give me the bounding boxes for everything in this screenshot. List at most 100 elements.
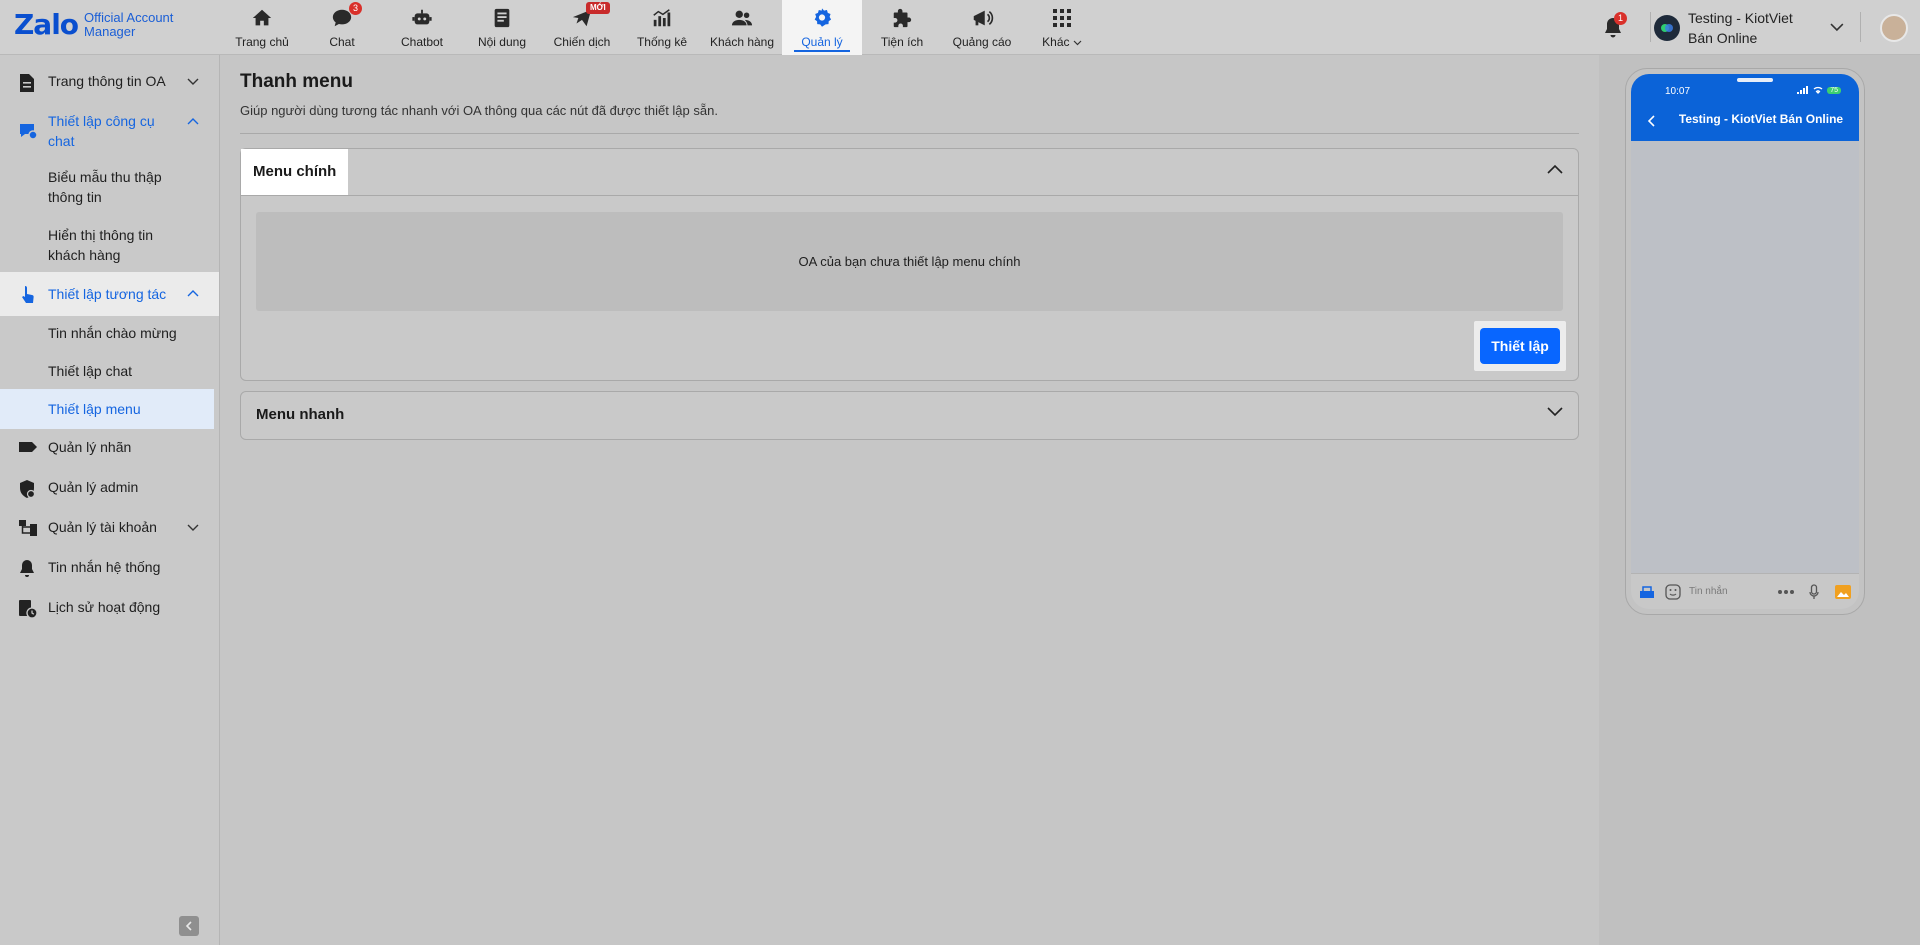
phone-mockup: 10:07 75 Testing - KiotViet Bán Online T… xyxy=(1625,68,1865,615)
more-dots-icon xyxy=(1778,589,1794,594)
nav-customers[interactable]: Khách hàng xyxy=(702,0,782,55)
chevron-left-icon xyxy=(185,921,192,931)
notification-bell-button[interactable]: 1 xyxy=(1602,11,1627,40)
phone-time: 10:07 xyxy=(1665,86,1691,97)
tap-icon xyxy=(18,284,38,304)
apps-grid-icon xyxy=(1050,6,1074,30)
menu-tray-icon xyxy=(1640,585,1654,598)
quick-menu-title: Menu nhanh xyxy=(256,406,345,423)
chevron-down-icon xyxy=(187,524,199,531)
logo-wordmark: Zalo xyxy=(14,8,79,41)
nav-manage[interactable]: Quản lý xyxy=(782,0,862,55)
nav-chat[interactable]: 3 Chat xyxy=(302,0,382,55)
sidebar-item-activity-history[interactable]: Lịch sử hoạt động xyxy=(0,599,219,619)
chevron-up-icon[interactable] xyxy=(1546,163,1564,175)
nav-label: Chatbot xyxy=(400,35,444,49)
hierarchy-icon xyxy=(18,519,38,539)
notification-badge: 1 xyxy=(1614,11,1627,25)
account-name: Testing - KiotViet Bán Online xyxy=(1688,9,1793,46)
nav-label: Quảng cáo xyxy=(952,35,1012,49)
sidebar-item-label: Quản lý tài khoản xyxy=(48,519,157,535)
empty-state: OA của bạn chưa thiết lập menu chính xyxy=(256,212,1563,311)
emoji-icon xyxy=(1665,583,1681,600)
sidebar-subitem-chat-settings[interactable]: Thiết lập chat xyxy=(0,361,219,381)
logo-subtitle: Official Account Manager xyxy=(84,9,174,39)
sidebar-subitem-welcome-message[interactable]: Tin nhắn chào mừng xyxy=(0,323,219,343)
setup-menu-button[interactable]: Thiết lập xyxy=(1480,328,1560,364)
nav-utilities[interactable]: Tiện ích xyxy=(862,0,942,55)
chevron-down-icon xyxy=(1073,40,1082,46)
sidebar-item-interaction-settings[interactable]: Thiết lập tương tác xyxy=(0,272,219,316)
nav-stats[interactable]: Thống kê xyxy=(622,0,702,55)
sidebar-subitem-info-form[interactable]: Biểu mẫu thu thập thông tin xyxy=(0,167,170,207)
main-menu-header[interactable]: Menu chính xyxy=(241,149,1578,195)
chevron-down-icon xyxy=(187,78,199,85)
customers-icon xyxy=(730,6,754,30)
chevron-up-icon xyxy=(187,118,199,125)
page-description: Giúp người dùng tương tác nhanh với OA t… xyxy=(240,103,718,118)
tag-icon xyxy=(18,439,38,459)
phone-screen: 10:07 75 Testing - KiotViet Bán Online T… xyxy=(1631,74,1859,609)
puzzle-icon xyxy=(890,6,914,30)
nav-chatbot[interactable]: Chatbot xyxy=(382,0,462,55)
sidebar-item-system-messages[interactable]: Tin nhắn hệ thống xyxy=(0,559,219,577)
main-menu-title: Menu chính xyxy=(241,149,349,195)
main-menu-body: OA của bạn chưa thiết lập menu chính Thi… xyxy=(241,195,1578,379)
sidebar: Trang thông tin OA Thiết lập công cụ cha… xyxy=(0,55,220,945)
nav-label: Khác xyxy=(1042,35,1082,49)
gear-icon xyxy=(810,6,834,30)
quick-menu-panel: Menu nhanh xyxy=(240,391,1579,440)
bell-icon xyxy=(18,559,38,579)
sidebar-item-label: Trang thông tin OA xyxy=(48,73,166,89)
sidebar-item-tags[interactable]: Quản lý nhãn xyxy=(0,439,219,455)
sidebar-item-accounts[interactable]: Quản lý tài khoản xyxy=(0,519,219,536)
phone-header: 10:07 75 Testing - KiotViet Bán Online xyxy=(1631,74,1859,141)
nav-more[interactable]: Khác xyxy=(1022,0,1102,55)
chatbot-icon xyxy=(410,6,434,30)
nav-label: Tiện ích xyxy=(880,35,924,49)
quick-menu-header[interactable]: Menu nhanh xyxy=(241,392,1578,438)
sidebar-item-label: Lịch sử hoạt động xyxy=(48,599,161,615)
divider xyxy=(1650,12,1651,42)
nav-label: Nội dung xyxy=(477,35,527,49)
account-switcher[interactable]: Testing - KiotViet Bán Online xyxy=(1654,8,1844,48)
phone-preview-panel: 10:07 75 Testing - KiotViet Bán Online T… xyxy=(1599,55,1920,945)
microphone-icon xyxy=(1809,583,1819,599)
nav-content[interactable]: Nội dung xyxy=(462,0,542,55)
chevron-down-icon[interactable] xyxy=(1546,406,1564,418)
nav-label: Chiến dịch xyxy=(553,35,611,49)
sidebar-subitem-menu-settings[interactable]: Thiết lập menu xyxy=(0,389,214,429)
nav-label: Khách hàng xyxy=(709,35,775,49)
main-menu-panel: Menu chính OA của bạn chưa thiết lập men… xyxy=(240,148,1579,381)
chat-badge: 3 xyxy=(349,2,362,15)
phone-chat-title: Testing - KiotViet Bán Online xyxy=(1678,112,1844,126)
oa-avatar xyxy=(1654,14,1680,41)
sidebar-item-chat-tools[interactable]: Thiết lập công cụ chat xyxy=(0,111,219,151)
shield-icon xyxy=(18,479,38,499)
phone-message-input: Tin nhắn xyxy=(1689,586,1728,597)
sidebar-item-admins[interactable]: Quản lý admin xyxy=(0,479,219,499)
sidebar-item-oa-info[interactable]: Trang thông tin OA xyxy=(0,73,219,92)
divider xyxy=(240,133,1579,134)
nav-ads[interactable]: Quảng cáo xyxy=(942,0,1022,55)
sidebar-item-label: Quản lý nhãn xyxy=(48,439,132,455)
image-icon xyxy=(1835,584,1851,599)
zalo-oa-logo[interactable]: Zalo Official Account Manager xyxy=(14,8,173,41)
top-right-area: 1 Testing - KiotViet Bán Online xyxy=(1602,0,1920,55)
nav-home[interactable]: Trang chủ xyxy=(222,0,302,55)
chat-tools-icon xyxy=(18,121,38,141)
chevron-up-icon xyxy=(187,290,199,297)
sidebar-item-label: Thiết lập công cụ chat xyxy=(48,113,155,149)
phone-input-bar: Tin nhắn xyxy=(1631,573,1859,609)
divider xyxy=(1860,12,1861,42)
phone-notch xyxy=(1737,78,1773,82)
top-bar: Zalo Official Account Manager Trang chủ … xyxy=(0,0,1920,55)
main-content: Thanh menu Giúp người dùng tương tác nha… xyxy=(221,55,1599,945)
sidebar-subitem-customer-info-display[interactable]: Hiển thị thông tin khách hàng xyxy=(0,225,170,265)
ads-icon xyxy=(970,6,994,30)
nav-campaign[interactable]: MỚI Chiến dịch xyxy=(542,0,622,55)
nav-label: Trang chủ xyxy=(235,35,289,49)
user-avatar[interactable] xyxy=(1880,13,1908,42)
collapse-sidebar-button[interactable] xyxy=(179,916,199,936)
nav-label: Quản lý xyxy=(801,35,843,49)
